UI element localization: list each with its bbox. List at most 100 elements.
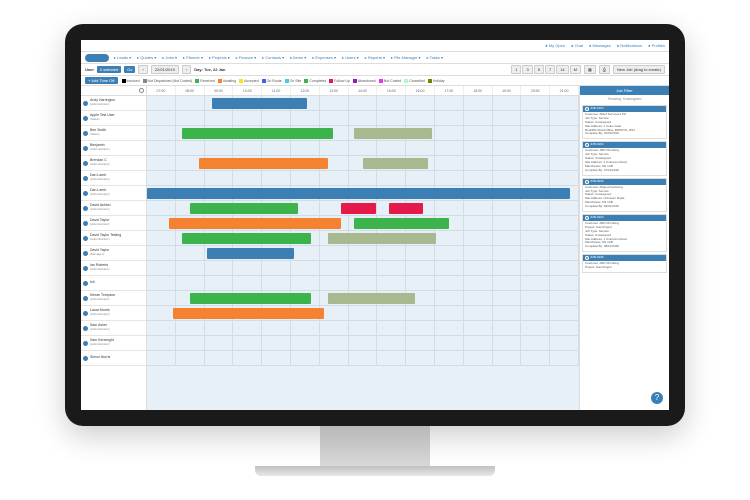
schedule-row[interactable] (147, 306, 579, 321)
add-time-off-button[interactable]: + Add Time Off (85, 77, 118, 84)
date-input[interactable]: 22/01/2019 (151, 65, 179, 74)
nav-item[interactable]: ▸ Leads ▾ (112, 54, 133, 61)
job-card[interactable]: JOB-0193×Customer: Allied Surveyors PlcJ… (582, 105, 667, 139)
close-icon[interactable]: × (662, 107, 664, 112)
schedule-row[interactable] (147, 291, 579, 306)
nav-item[interactable]: ▸ Projects ▾ (207, 54, 232, 61)
user-row[interactable]: Ish (81, 276, 146, 291)
nav-item[interactable]: ▸ Reports ▾ (363, 54, 387, 61)
topbar-item[interactable]: ● Notifications (617, 43, 642, 48)
schedule-row[interactable] (147, 231, 579, 246)
topbar-item[interactable]: ● Chat (571, 43, 583, 48)
job-card[interactable]: JOB-0206×Customer: ABC PlumbingProject: … (582, 254, 667, 273)
schedule-row[interactable] (147, 126, 579, 141)
calendar-icon[interactable]: ▦ (584, 65, 596, 74)
job-card[interactable]: JOB-0194×Customer: ABC PlumbingJob Type:… (582, 141, 667, 175)
schedule-row[interactable] (147, 111, 579, 126)
schedule-row[interactable] (147, 96, 579, 111)
user-row[interactable]: Dan Lamb(Administrator) (81, 171, 146, 186)
user-row[interactable]: David Ashton(Administrator) (81, 201, 146, 216)
schedule-bar[interactable] (341, 203, 376, 214)
user-row[interactable]: Laura Morris(Administrator) (81, 306, 146, 321)
view-range-button[interactable]: 14 (556, 65, 568, 74)
user-row[interactable]: Dan Lamb(Administrator) (81, 186, 146, 201)
user-row[interactable]: Benjamin(Administrator) (81, 141, 146, 156)
user-row[interactable]: Andy Harrington(Administrator) (81, 96, 146, 111)
schedule-bar[interactable] (207, 248, 293, 259)
user-row[interactable]: Apple Test User(Sales) (81, 111, 146, 126)
schedule-bar[interactable] (354, 218, 449, 229)
help-button[interactable]: ? (651, 392, 663, 404)
view-range-button[interactable]: 5 (534, 65, 544, 74)
new-job-button[interactable]: New Job (drag to create) (613, 65, 665, 74)
schedule-row[interactable] (147, 351, 579, 366)
schedule-bar[interactable] (190, 293, 311, 304)
user-select-button[interactable]: 0 selected (97, 66, 121, 73)
close-icon[interactable]: × (662, 216, 664, 221)
nav-item[interactable]: ▸ Quotes ▾ (135, 54, 158, 61)
schedule-bar[interactable] (169, 218, 342, 229)
schedule-row[interactable] (147, 186, 579, 201)
schedule-bar[interactable] (363, 158, 428, 169)
nav-item[interactable]: ▸ Items ▾ (288, 54, 308, 61)
view-range-button[interactable]: M (570, 65, 581, 74)
close-icon[interactable]: × (662, 256, 664, 261)
nav-item[interactable]: ▸ Users ▾ (340, 54, 361, 61)
close-icon[interactable]: × (662, 143, 664, 148)
close-icon[interactable]: × (662, 180, 664, 185)
user-row[interactable]: Simon Norris (81, 351, 146, 366)
schedule-bar[interactable] (182, 233, 312, 244)
go-button[interactable]: Go (124, 66, 135, 73)
schedule-row[interactable] (147, 201, 579, 216)
schedule-bar[interactable] (328, 293, 414, 304)
schedule-bar[interactable] (182, 128, 333, 139)
view-range-button[interactable]: 7 (545, 65, 555, 74)
schedule-bar[interactable] (173, 308, 324, 319)
print-icon[interactable]: ⎙ (599, 65, 610, 74)
nav-item[interactable]: ▸ Tasks ▾ (425, 54, 445, 61)
schedule-row[interactable] (147, 276, 579, 291)
user-row[interactable]: Sam Asher(Administrator) (81, 321, 146, 336)
job-card[interactable]: JOB-0204×Customer: ABC PlumbingProject: … (582, 214, 667, 252)
date-next-button[interactable]: › (182, 65, 191, 74)
date-prev-button[interactable]: ‹ (138, 65, 147, 74)
view-range-button[interactable]: 3 (522, 65, 532, 74)
schedule-bar[interactable] (147, 188, 570, 199)
user-row[interactable]: Sam Kenwright(Administrator) (81, 336, 146, 351)
schedule-bar[interactable] (328, 233, 436, 244)
job-card[interactable]: JOB-0206×Customer: Allgood GutteringJob … (582, 178, 667, 212)
nav-item[interactable]: ▸ Jobs ▾ (160, 54, 179, 61)
user-row[interactable]: David Taylor Testing(Administrator) (81, 231, 146, 246)
user-row[interactable]: David Taylor(Manager) (81, 246, 146, 261)
schedule-row[interactable] (147, 321, 579, 336)
nav-item[interactable]: ▸ Expenses ▾ (310, 54, 338, 61)
user-row[interactable]: David Taylor(Administrator) (81, 216, 146, 231)
view-range-button[interactable]: 1 (511, 65, 521, 74)
schedule-bar[interactable] (212, 98, 307, 109)
topbar-item[interactable]: ● My Open (545, 43, 565, 48)
nav-item[interactable]: ▸ File Manager ▾ (389, 54, 423, 61)
schedule-row[interactable] (147, 216, 579, 231)
user-row[interactable]: Ian Roberts(Administrator) (81, 261, 146, 276)
schedule-bar[interactable] (199, 158, 329, 169)
schedule-bar[interactable] (389, 203, 424, 214)
app-logo[interactable] (85, 54, 109, 62)
nav-item[interactable]: ▸ Finance ▾ (234, 54, 258, 61)
schedule-row[interactable] (147, 171, 579, 186)
topbar-item[interactable]: ● Profiles (648, 43, 665, 48)
job-filter-header[interactable]: Job Filter (580, 86, 669, 95)
schedule-row[interactable] (147, 336, 579, 351)
schedule-bar[interactable] (354, 128, 432, 139)
nav-item[interactable]: ▸ Planner ▾ (181, 54, 205, 61)
schedule-row[interactable] (147, 261, 579, 276)
schedule-row[interactable] (147, 156, 579, 171)
user-row[interactable]: Ben Smith(Sales) (81, 126, 146, 141)
user-row[interactable]: Brendan C(Administrator) (81, 156, 146, 171)
schedule-bar[interactable] (190, 203, 298, 214)
user-row[interactable]: Kieran Tompson(Administrator) (81, 291, 146, 306)
schedule-grid[interactable]: 07:0008:0009:0010:0011:0012:0013:0014:00… (147, 86, 579, 410)
schedule-row[interactable] (147, 246, 579, 261)
nav-item[interactable]: ▸ Contacts ▾ (260, 54, 286, 61)
search-icon[interactable] (139, 88, 144, 93)
schedule-row[interactable] (147, 141, 579, 156)
